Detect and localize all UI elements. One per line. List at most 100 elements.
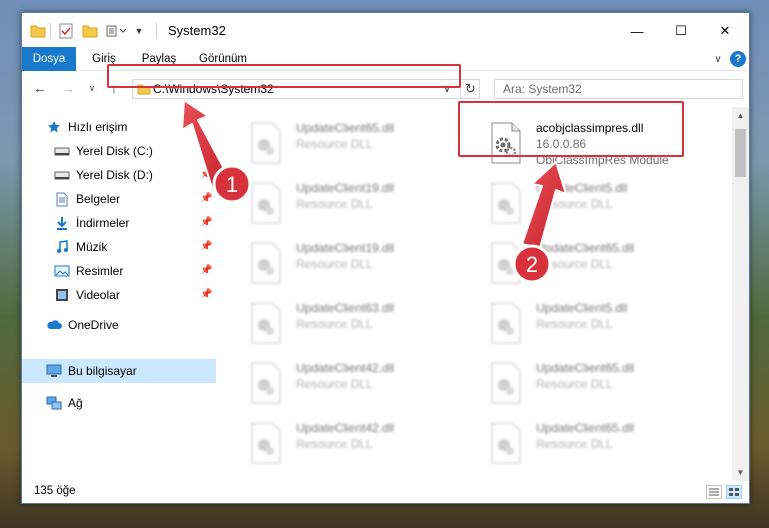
list-item[interactable]: UpdateClient63.dll Resource DLL [236,295,456,353]
file-type: Resource DLL [296,437,373,451]
forward-arrow-icon[interactable]: → [60,80,76,96]
file-name: UpdateClient19.dll [296,241,395,255]
list-item[interactable]: UpdateClient42.dll Resource DLL [236,355,456,413]
file-type: Resource DLL [296,197,373,211]
folder-icon [30,22,46,40]
list-item[interactable]: UpdateClient65.dll Resource DLL [476,355,696,413]
dll-file-icon [251,302,281,344]
new-folder-icon[interactable] [82,22,98,40]
download-icon [54,215,70,231]
list-item[interactable]: UpdateClient65.dll Resource DLL [476,235,696,293]
sidebar-item-pictures[interactable]: Resimler 📌 [22,259,216,283]
list-item[interactable]: UpdateClient5.dll Resource DLL [476,175,696,233]
file-type: Resource DLL [536,257,613,271]
qa-divider [50,23,51,39]
sidebar-item-this-pc[interactable]: Bu bilgisayar [22,359,216,383]
sidebar-item-label: Resimler [76,264,124,278]
sidebar-item-onedrive[interactable]: OneDrive [22,313,216,337]
file-list: UpdateClient65.dll Resource DLL UpdateCl… [226,107,732,481]
sidebar-item-downloads[interactable]: İndirmeler 📌 [22,211,216,235]
navigation-pane: Hızlı erişim Yerel Disk (C:) 📌 Yerel Dis… [22,107,216,481]
file-name: UpdateClient19.dll [296,181,395,195]
cloud-icon [46,317,62,333]
details-view-icon[interactable] [706,485,722,499]
file-name: UpdateClient65.dll [536,421,635,435]
expand-ribbon-icon[interactable]: ∨ [710,51,726,67]
file-name: UpdateClient63.dll [296,301,395,315]
file-name: UpdateClient65.dll [296,121,395,135]
list-item[interactable]: UpdateClient42.dll Resource DLL [236,415,456,473]
file-name: UpdateClient42.dll [296,361,395,375]
file-name: UpdateClient65.dll [536,361,635,375]
pin-icon[interactable]: 📌 [200,217,212,229]
video-icon [54,287,70,303]
status-bar: 135 öğe [22,481,749,503]
file-type: Resource DLL [296,137,373,151]
sidebar-item-label: Yerel Disk (C:) [76,144,153,158]
vertical-scrollbar[interactable]: ▲ ▼ [732,107,749,481]
refresh-button[interactable]: ↻ [460,80,480,98]
file-type: Resource DLL [536,437,613,451]
pin-icon[interactable]: 📌 [200,265,212,277]
file-name: UpdateClient5.dll [536,181,628,195]
list-item[interactable]: UpdateClient65.dll Resource DLL [476,415,696,473]
dll-file-icon [251,242,281,284]
pin-icon[interactable]: 📌 [200,193,212,205]
computer-icon [46,363,62,379]
pin-icon[interactable]: 📌 [200,169,212,181]
list-item[interactable]: UpdateClient19.dll Resource DLL [236,235,456,293]
sidebar-item-documents[interactable]: Belgeler 📌 [22,187,216,211]
help-icon[interactable]: ? [730,51,746,67]
star-icon [46,119,62,135]
back-arrow-icon[interactable]: ← [32,80,48,96]
maximize-button[interactable]: ☐ [659,17,703,45]
list-item[interactable]: UpdateClient19.dll Resource DLL [236,175,456,233]
file-name: UpdateClient42.dll [296,421,395,435]
sidebar-item-label: Hızlı erişim [68,120,128,134]
scrollbar-thumb[interactable] [735,129,746,177]
dll-file-icon [491,182,521,224]
close-button[interactable]: ✕ [703,17,747,45]
list-item[interactable]: UpdateClient65.dll Resource DLL [236,115,456,173]
dll-file-icon [491,242,521,284]
pin-icon[interactable]: 📌 [200,289,212,301]
item-count: 135 öğe [34,485,76,497]
drive-icon [54,167,70,183]
window-title: System32 [168,23,226,38]
dll-file-icon [491,362,521,404]
pin-icon[interactable]: 📌 [200,241,212,253]
sidebar-item-label: Yerel Disk (D:) [76,168,153,182]
file-type: Resource DLL [536,377,613,391]
file-type: Resource DLL [536,197,613,211]
sidebar-item-local-disk-c[interactable]: Yerel Disk (C:) 📌 [22,139,216,163]
list-item[interactable]: UpdateClient5.dll Resource DLL [476,295,696,353]
sidebar-item-label: Videolar [76,288,120,302]
scroll-down-icon[interactable]: ▼ [732,464,749,481]
sidebar-item-network[interactable]: Ağ [22,391,216,415]
sidebar-item-label: OneDrive [68,318,119,332]
dll-file-icon [491,302,521,344]
dll-file-icon [251,422,281,464]
minimize-button[interactable]: — [615,17,659,45]
file-type: Resource DLL [296,377,373,391]
sidebar-item-label: Bu bilgisayar [68,364,137,378]
large-icons-view-icon[interactable] [726,485,742,499]
search-input[interactable]: Ara: System32 [494,79,743,99]
pin-icon[interactable]: 📌 [200,145,212,157]
scroll-up-icon[interactable]: ▲ [732,107,749,124]
recent-locations-icon[interactable]: ∨ [84,80,100,96]
file-name: UpdateClient5.dll [536,301,628,315]
pictures-icon [54,263,70,279]
sidebar-item-videos[interactable]: Videolar 📌 [22,283,216,307]
customize-icon[interactable] [106,22,128,40]
sidebar-item-quick-access[interactable]: Hızlı erişim [22,115,216,139]
chevron-down-icon[interactable]: ▼ [132,22,146,40]
file-name: UpdateClient65.dll [536,241,635,255]
sidebar-item-local-disk-d[interactable]: Yerel Disk (D:) 📌 [22,163,216,187]
title-divider [156,23,157,39]
properties-icon[interactable] [58,22,74,40]
sidebar-item-label: İndirmeler [76,216,130,230]
document-icon [54,191,70,207]
sidebar-item-music[interactable]: Müzik 📌 [22,235,216,259]
tab-file[interactable]: Dosya [22,47,76,71]
